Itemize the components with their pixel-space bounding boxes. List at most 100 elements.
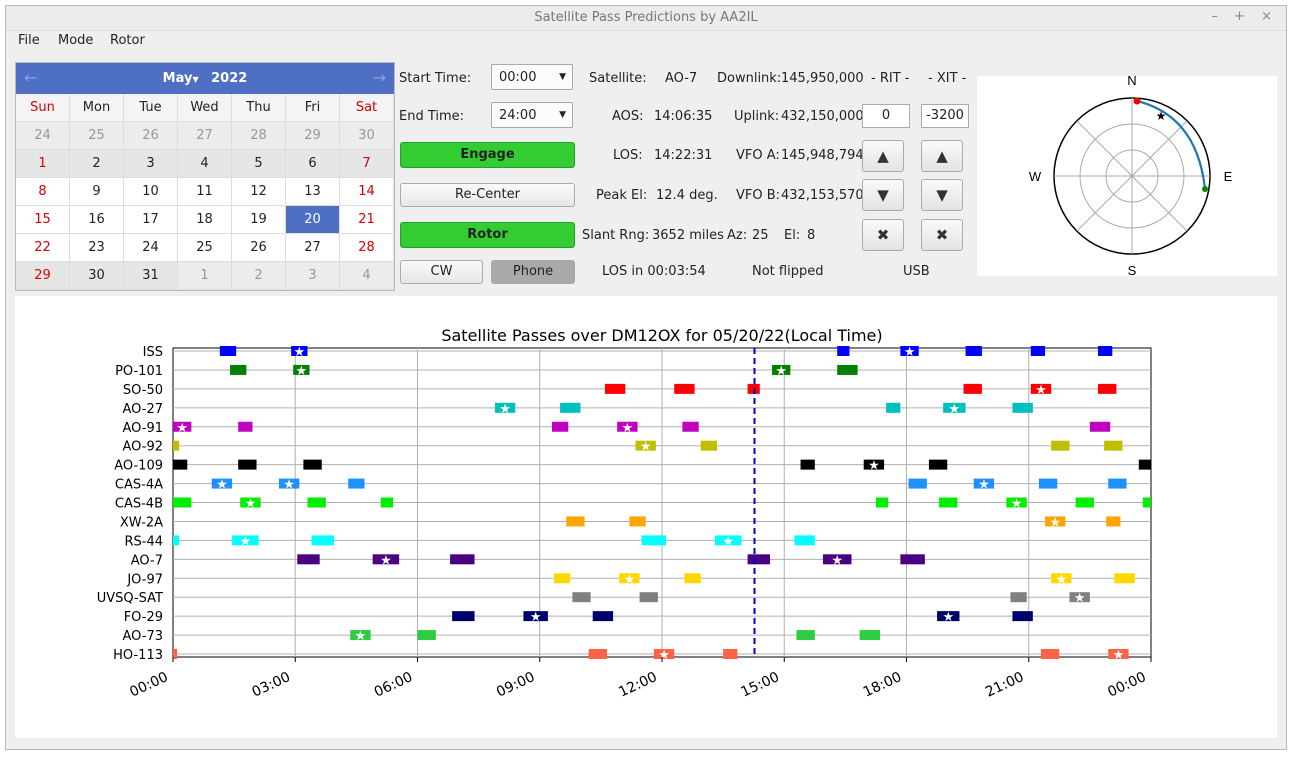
calendar-day[interactable]: 26	[124, 122, 178, 150]
satellite-row-label: ISS	[143, 345, 163, 360]
pass-bar	[566, 516, 585, 527]
calendar-day[interactable]: 6	[286, 150, 340, 178]
weekday-header: Fri	[286, 94, 340, 122]
pass-bar	[747, 554, 770, 565]
calendar-day[interactable]: 21	[340, 206, 394, 234]
rit-down-button[interactable]: ▼	[862, 179, 904, 211]
rit-input[interactable]: 0	[862, 104, 910, 128]
rit-label: - RIT -	[871, 71, 910, 86]
calendar-day[interactable]: 20	[286, 206, 340, 234]
calendar-day[interactable]: 3	[124, 150, 178, 178]
slant-range-label: Slant Rng:	[582, 228, 650, 243]
calendar-day[interactable]: 3	[286, 262, 340, 290]
cw-button[interactable]: CW	[400, 260, 483, 284]
year-select[interactable]: 2022	[211, 71, 247, 86]
calendar-day[interactable]: 19	[232, 206, 286, 234]
calendar-day[interactable]: 5	[232, 150, 286, 178]
xit-down-button[interactable]: ▼	[921, 179, 963, 211]
month-select[interactable]: May	[163, 71, 193, 86]
pass-bar	[674, 383, 695, 394]
calendar-day[interactable]: 26	[232, 234, 286, 262]
calendar-day[interactable]: 28	[340, 234, 394, 262]
calendar-day[interactable]: 24	[16, 122, 70, 150]
calendar-day[interactable]: 7	[340, 150, 394, 178]
triangle-down-icon: ▼	[936, 186, 948, 204]
satellite-row-label: AO-92	[123, 440, 164, 455]
pass-bar	[1040, 649, 1060, 659]
window-title: Satellite Pass Predictions by AA2IL	[534, 10, 758, 25]
pass-bar	[297, 554, 320, 565]
satellite-row-label: AO-73	[123, 629, 164, 644]
close-icon[interactable]: ×	[1261, 9, 1272, 24]
calendar-day[interactable]: 2	[70, 150, 124, 178]
x-tick-label: 18:00	[861, 669, 904, 701]
satellite-row-label: AO-109	[114, 459, 163, 474]
calendar-day[interactable]: 30	[70, 262, 124, 290]
clear-x-icon: ✖	[876, 226, 890, 244]
calendar-day[interactable]: 30	[340, 122, 394, 150]
max-elevation-star-icon: ★	[775, 364, 787, 379]
calendar-day[interactable]: 9	[70, 178, 124, 206]
menu-file[interactable]: File	[18, 33, 40, 48]
calendar-day[interactable]: 11	[178, 178, 232, 206]
calendar-day[interactable]: 29	[286, 122, 340, 150]
max-elevation-star-icon: ★	[622, 421, 634, 436]
calendar-day[interactable]: 27	[178, 122, 232, 150]
calendar-day[interactable]: 27	[286, 234, 340, 262]
calendar-day[interactable]: 4	[340, 262, 394, 290]
max-elevation-star-icon: ★	[530, 610, 542, 625]
calendar-day[interactable]: 13	[286, 178, 340, 206]
pass-bar	[230, 364, 247, 375]
max-elevation-star-icon: ★	[1074, 591, 1086, 606]
calendar-day[interactable]: 23	[70, 234, 124, 262]
recenter-button[interactable]: Re-Center	[400, 183, 575, 207]
triangle-down-icon: ▼	[877, 186, 889, 204]
calendar-day[interactable]: 25	[178, 234, 232, 262]
minimize-icon[interactable]: –	[1211, 9, 1218, 24]
pass-bar	[859, 630, 881, 641]
menu-rotor[interactable]: Rotor	[110, 33, 145, 48]
calendar-day[interactable]: 12	[232, 178, 286, 206]
calendar-day[interactable]: 25	[70, 122, 124, 150]
calendar-day[interactable]: 18	[178, 206, 232, 234]
pass-bar	[1030, 346, 1046, 356]
calendar-day[interactable]: 29	[16, 262, 70, 290]
pass-bar	[800, 459, 815, 470]
next-month-icon[interactable]: →	[373, 68, 386, 87]
end-time-select[interactable]: 24:00 ▼	[491, 102, 573, 128]
calendar-day[interactable]: 2	[232, 262, 286, 290]
max-elevation-star-icon: ★	[1113, 648, 1125, 663]
xit-input[interactable]: -3200	[921, 104, 969, 128]
calendar-day[interactable]: 8	[16, 178, 70, 206]
rit-clear-button[interactable]: ✖	[862, 219, 904, 251]
pass-bar	[629, 516, 646, 527]
downlink-label: Downlink:	[717, 71, 782, 86]
rit-up-button[interactable]: ▲	[862, 140, 904, 172]
maximize-icon[interactable]: +	[1234, 9, 1245, 24]
calendar-day[interactable]: 31	[124, 262, 178, 290]
pass-chart: ISS PO-101 SO-50 AO-27 AO-91 AO-92 AO-109 CAS-4…	[15, 296, 1277, 738]
engage-button[interactable]: Engage	[400, 142, 575, 168]
calendar-day[interactable]: 16	[70, 206, 124, 234]
flip-status: Not flipped	[752, 264, 824, 279]
x-tick-label: 00:00	[1105, 669, 1148, 701]
calendar-day[interactable]: 10	[124, 178, 178, 206]
calendar-day[interactable]: 17	[124, 206, 178, 234]
phone-button[interactable]: Phone	[491, 260, 575, 284]
polar-plot: ★ N S E W	[977, 73, 1277, 278]
uplink-value: 432,150,000	[781, 109, 864, 124]
calendar-day[interactable]: 24	[124, 234, 178, 262]
calendar-day[interactable]: 22	[16, 234, 70, 262]
calendar-day[interactable]: 15	[16, 206, 70, 234]
xit-up-button[interactable]: ▲	[921, 140, 963, 172]
calendar-day[interactable]: 1	[16, 150, 70, 178]
rotor-button[interactable]: Rotor	[400, 222, 575, 248]
calendar-day[interactable]: 14	[340, 178, 394, 206]
xit-clear-button[interactable]: ✖	[921, 219, 963, 251]
menu-mode[interactable]: Mode	[58, 33, 93, 48]
calendar-day[interactable]: 1	[178, 262, 232, 290]
calendar-day[interactable]: 4	[178, 150, 232, 178]
pass-bar	[875, 497, 889, 508]
start-time-select[interactable]: 00:00 ▼	[491, 64, 573, 90]
calendar-day[interactable]: 28	[232, 122, 286, 150]
